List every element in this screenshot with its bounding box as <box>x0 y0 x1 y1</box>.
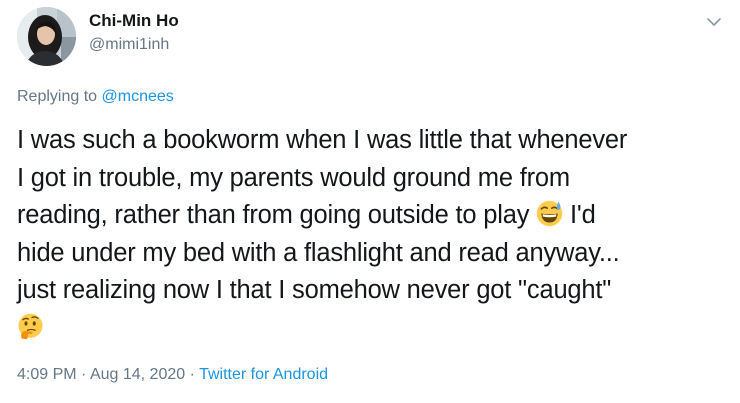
author-name[interactable]: Chi-Min Ho <box>89 11 179 31</box>
chevron-down-icon[interactable] <box>703 11 725 33</box>
tweet-text: I was such a bookworm when I was little … <box>17 122 729 347</box>
tweet-text-line: just realizing now I that I somehow neve… <box>17 276 612 304</box>
tweet-text-line: reading, rather than from going outside … <box>17 197 729 235</box>
thinking-face-emoji-icon <box>17 313 44 340</box>
tweet-text-segment: reading, rather than from going outside … <box>17 201 537 229</box>
tweet-text-line: I was such a bookworm when I was little … <box>17 126 628 154</box>
reply-mention-link[interactable]: @mcnees <box>102 88 174 105</box>
meta-separator: · <box>185 366 200 383</box>
grinning-sweat-emoji-icon <box>536 200 563 227</box>
reply-context: Replying to @mcnees <box>17 88 174 106</box>
meta-separator: · <box>76 366 90 383</box>
tweet-date[interactable]: Aug 14, 2020 <box>90 366 185 383</box>
tweet-text-line: I got in trouble, my parents would groun… <box>17 163 570 192</box>
tweet-time[interactable]: 4:09 PM <box>17 366 77 383</box>
author-handle[interactable]: @mimi1inh <box>89 36 169 54</box>
tweet-text-line <box>17 310 729 348</box>
tweet-card: Chi-Min Ho @mimi1inh Replying to @mcnees… <box>0 0 740 403</box>
avatar[interactable] <box>17 7 76 66</box>
reply-prefix: Replying to <box>17 88 102 105</box>
tweet-source-link[interactable]: Twitter for Android <box>199 366 328 383</box>
tweet-meta: 4:09 PM · Aug 14, 2020 · Twitter for And… <box>17 366 328 384</box>
tweet-text-segment: I'd <box>563 201 596 229</box>
tweet-text-line: hide under my bed with a flashlight and … <box>17 238 620 267</box>
